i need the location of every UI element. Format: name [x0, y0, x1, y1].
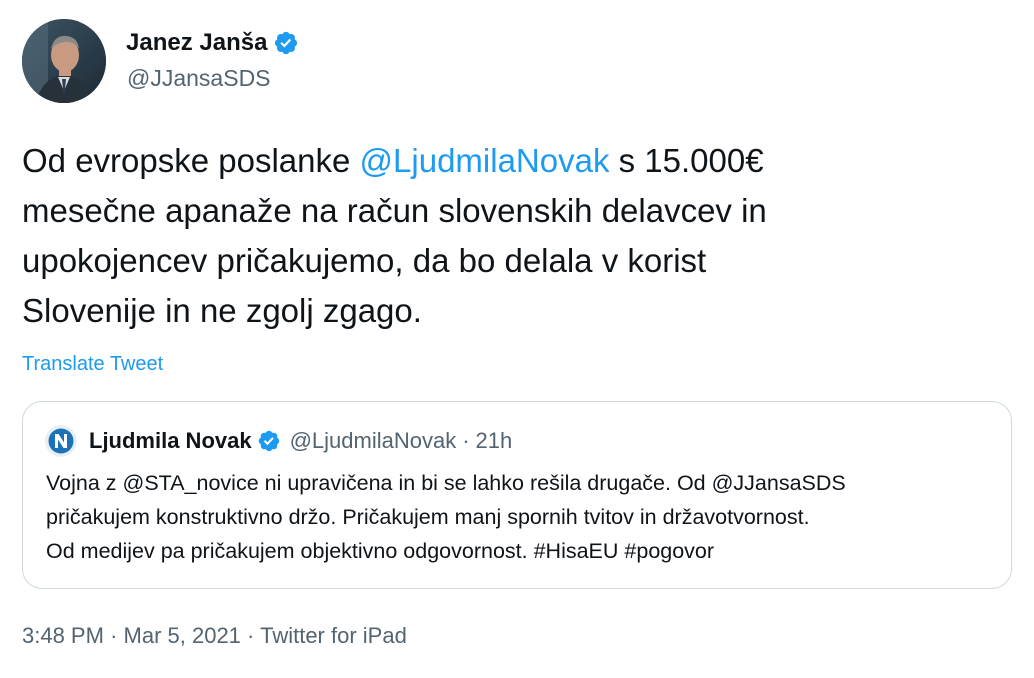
separator-dot: · — [247, 623, 255, 648]
tweet-text-line: Od evropske poslanke @LjudmilaNovak s 15… — [22, 136, 1012, 186]
author-avatar[interactable] — [22, 19, 106, 103]
separator-dot: · — [110, 623, 118, 648]
translate-tweet-link[interactable]: Translate Tweet — [22, 351, 163, 377]
tweet-text-segment: Od evropske poslanke — [22, 142, 360, 179]
author-name[interactable]: Janez Janša — [126, 28, 267, 58]
tweet-source[interactable]: Twitter for iPad — [260, 623, 407, 648]
tweet-text-segment: s 15.000€ — [609, 142, 764, 179]
author-name-row[interactable]: Janez Janša — [126, 28, 299, 58]
quoted-text-line: Od medijev pa pričakujem objektivno odgo… — [46, 539, 715, 563]
tweet-date[interactable]: Mar 5, 2021 — [124, 623, 241, 648]
mention-link[interactable]: @LjudmilaNovak — [360, 142, 610, 179]
tweet-text-line: Slovenije in ne zgolj zgago. — [22, 292, 422, 329]
quoted-text-line: Vojna z @STA_novice ni upravičena in bi … — [46, 471, 846, 495]
quoted-author-name[interactable]: Ljudmila Novak — [89, 428, 252, 454]
nsi-logo-avatar[interactable] — [45, 425, 77, 457]
separator-dot: · — [462, 428, 470, 453]
quoted-timestamp[interactable]: 21h — [476, 428, 513, 454]
quoted-tweet-text: Vojna z @STA_novice ni upravičena in bi … — [46, 466, 996, 568]
quoted-tweet-card[interactable]: Ljudmila Novak @LjudmilaNovak · 21h Vojn… — [22, 401, 1012, 589]
author-handle[interactable]: @JJansaSDS — [127, 64, 271, 92]
avatar-photo — [22, 19, 106, 103]
tweet-text-line: upokojencev pričakujemo, da bo delala v … — [22, 242, 707, 279]
tweet-time[interactable]: 3:48 PM — [22, 623, 104, 648]
verified-badge-icon — [275, 31, 298, 55]
quoted-text-line: pričakujem konstruktivno držo. Pričakuje… — [46, 505, 810, 529]
tweet-text-line: mesečne apanaže na račun slovenskih dela… — [22, 192, 767, 229]
quoted-author-handle[interactable]: @LjudmilaNovak — [290, 428, 457, 454]
verified-badge-icon — [258, 430, 279, 452]
quoted-tweet-header: Ljudmila Novak @LjudmilaNovak · 21h — [45, 424, 512, 458]
tweet-meta: 3:48 PM · Mar 5, 2021 · Twitter for iPad — [22, 622, 407, 650]
tweet-text: Od evropske poslanke @LjudmilaNovak s 15… — [22, 136, 1012, 336]
